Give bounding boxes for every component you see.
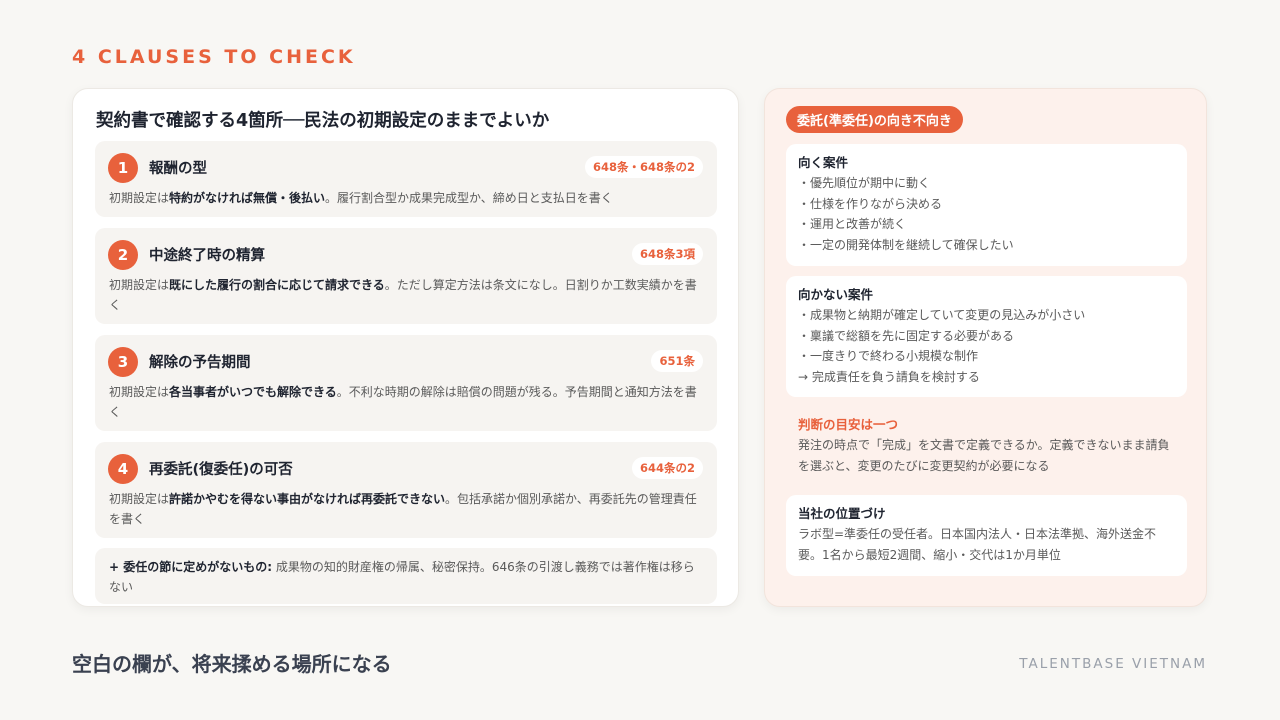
clause-number-badge: 4 — [108, 454, 138, 484]
list-item: ・仕様を作りながら決める — [798, 196, 943, 211]
suited-cases-title: 向く案件 — [798, 155, 849, 170]
additional-note: + 委任の節に定めがないもの: 成果物の知的財産権の帰属、秘密保持。646条の引… — [95, 548, 717, 604]
clause-item: 2 中途終了時の精算 648条3項 初期設定は既にした履行の割合に応じて請求でき… — [95, 228, 717, 324]
clause-description: 初期設定は特約がなければ無償・後払い。履行割合型か成果完成型か、締め日と支払日を… — [109, 191, 613, 205]
article-badge: 644条の2 — [631, 457, 703, 479]
article-badge: 648条3項 — [631, 243, 703, 265]
company-position-text: ラボ型=準委任の受任者。日本国内法人・日本法準拠、海外送金不要。1名から最短2週… — [798, 527, 1157, 562]
list-item: ・稟議で総額を先に固定する必要がある — [798, 328, 1015, 343]
clause-description: 初期設定は各当事者がいつでも解除できる。不利な時期の解除は賠償の問題が残る。予告… — [109, 385, 697, 419]
suitability-pill: 委託(準委任)の向き不向き — [786, 106, 963, 133]
judgment-text: 発注の時点で「完成」を文書で定義できるか。定義できないまま請負を選ぶと、変更のた… — [798, 438, 1170, 473]
clause-description: 初期設定は許諾かやむを得ない事由がなければ再委託できない。包括承諾か個別承諾か、… — [109, 492, 697, 526]
list-item: ・運用と改善が続く — [798, 217, 907, 231]
unsuited-cases-title: 向かない案件 — [798, 287, 874, 302]
clause-description: 初期設定は既にした履行の割合に応じて請求できる。ただし算定方法は条文になし。日割… — [109, 278, 697, 312]
list-item: → 完成責任を負う請負を検討する — [798, 369, 980, 384]
article-badge: 648条・648条の2 — [584, 156, 703, 178]
suitability-card: 委託(準委任)の向き不向き 向く案件 ・優先順位が期中に動く ・仕様を作りながら… — [764, 88, 1207, 607]
clauses-card: 契約書で確認する4箇所──民法の初期設定のままでよいか 1 報酬の型 648条・… — [72, 88, 739, 607]
clause-item: 4 再委託(復委任)の可否 644条の2 初期設定は許諾かやむを得ない事由がなけ… — [95, 442, 717, 538]
clause-title: 中途終了時の精算 — [149, 248, 265, 264]
judgment-guide: 判断の目安は一つ 発注の時点で「完成」を文書で定義できるか。定義できないまま請負… — [798, 415, 1178, 477]
clause-number-badge: 2 — [108, 240, 138, 270]
list-item: ・優先順位が期中に動く — [798, 176, 931, 190]
list-item: ・成果物と納期が確定していて変更の見込みが小さい — [798, 308, 1086, 322]
brand-name: TALENTBASE VIETNAM — [1019, 656, 1207, 672]
list-item: ・一定の開発体制を継続して確保したい — [798, 237, 1014, 252]
company-position-box: 当社の位置づけ ラボ型=準委任の受任者。日本国内法人・日本法準拠、海外送金不要。… — [786, 495, 1187, 576]
suited-cases-box: 向く案件 ・優先順位が期中に動く ・仕様を作りながら決める ・運用と改善が続く … — [786, 144, 1187, 266]
article-badge: 651条 — [651, 350, 703, 372]
clause-number-badge: 1 — [108, 153, 138, 183]
clause-number-badge: 3 — [108, 347, 138, 377]
clause-item: 1 報酬の型 648条・648条の2 初期設定は特約がなければ無償・後払い。履行… — [95, 141, 717, 217]
clause-title: 解除の予告期間 — [149, 355, 251, 371]
list-item: ・一度きりで終わる小規模な制作 — [798, 349, 979, 363]
clause-title: 報酬の型 — [149, 161, 207, 177]
clause-title: 再委託(復委任)の可否 — [149, 462, 293, 478]
clauses-card-title: 契約書で確認する4箇所──民法の初期設定のままでよいか — [96, 111, 550, 131]
section-eyebrow: 4 CLAUSES TO CHECK — [72, 46, 356, 68]
footer-message: 空白の欄が、将来揉める場所になる — [72, 652, 392, 676]
unsuited-cases-box: 向かない案件 ・成果物と納期が確定していて変更の見込みが小さい ・稟議で総額を先… — [786, 276, 1187, 397]
judgment-title: 判断の目安は一つ — [798, 417, 899, 432]
clause-item: 3 解除の予告期間 651条 初期設定は各当事者がいつでも解除できる。不利な時期… — [95, 335, 717, 431]
company-position-title: 当社の位置づけ — [798, 506, 886, 521]
